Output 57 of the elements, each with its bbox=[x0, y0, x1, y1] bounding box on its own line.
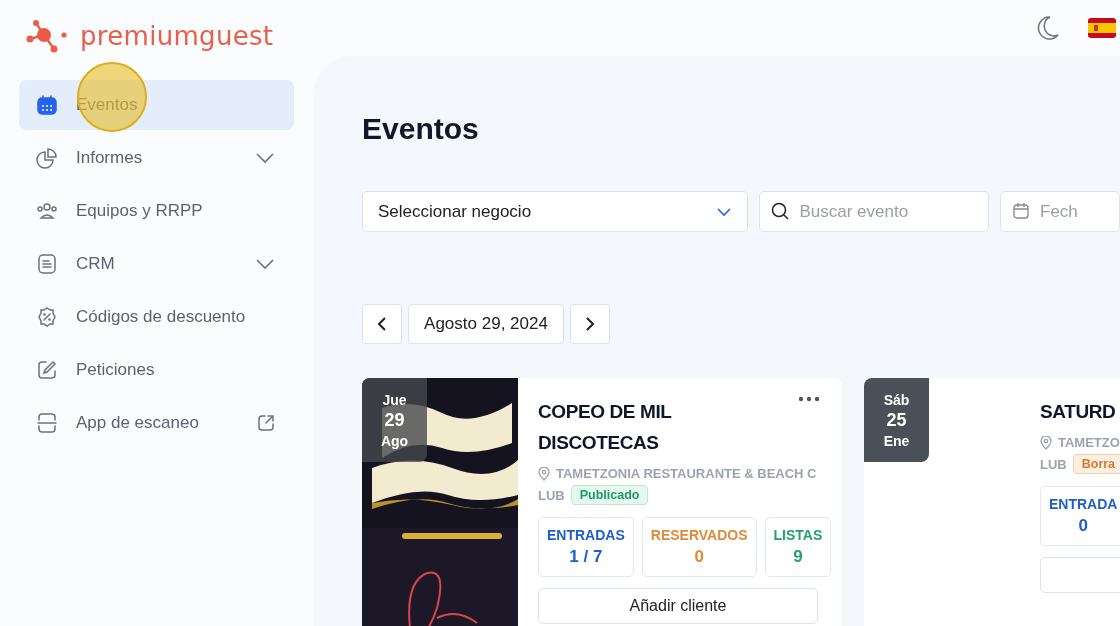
document-icon bbox=[36, 253, 58, 275]
sidebar-item[interactable]: Peticiones bbox=[19, 345, 294, 395]
spain-flag-icon[interactable] bbox=[1088, 18, 1116, 38]
stat-label: RESERVADOS bbox=[650, 527, 748, 543]
stat-label: ENTRADA bbox=[1049, 496, 1118, 512]
sidebar-item[interactable]: App de escaneo bbox=[19, 398, 294, 448]
event-card[interactable]: Sáb 25 Ene SATURD TAMETZO LUB Borra ENTRADA 0 bbox=[864, 378, 1120, 626]
logo-text: premiumguest bbox=[80, 21, 274, 51]
date-field[interactable]: Fech bbox=[1000, 191, 1120, 232]
stat-value: 1 / 7 bbox=[569, 547, 603, 567]
location-pin-icon bbox=[1040, 435, 1052, 450]
more-icon[interactable] bbox=[798, 396, 820, 402]
event-title: SATURD bbox=[1040, 400, 1116, 424]
moon-icon[interactable] bbox=[1036, 15, 1060, 41]
calendar-icon bbox=[36, 94, 58, 116]
stat-value: 9 bbox=[793, 547, 803, 567]
stat-value: 0 bbox=[694, 547, 704, 567]
weekday: Jue bbox=[382, 391, 407, 408]
business-select[interactable]: Seleccionar negocio bbox=[362, 191, 749, 232]
next-button[interactable] bbox=[570, 304, 610, 344]
add-client-button[interactable]: Añadir cliente bbox=[538, 588, 818, 624]
month: Ene bbox=[883, 432, 910, 449]
status-badge: Borra bbox=[1072, 454, 1120, 474]
sidebar-item[interactable]: CRM bbox=[19, 239, 294, 289]
chevron-down-icon bbox=[716, 206, 733, 217]
scan-icon bbox=[36, 412, 58, 434]
status-badge: Publicado bbox=[570, 485, 649, 505]
pie-icon bbox=[36, 147, 58, 169]
calendar-icon bbox=[1012, 202, 1030, 220]
day: 29 bbox=[384, 409, 405, 431]
stat-value: 0 bbox=[1078, 516, 1088, 536]
pencil-icon bbox=[36, 359, 58, 381]
event-location: TAMETZONIA RESTAURANTE & BEACH C bbox=[556, 466, 817, 481]
chevron-right-icon bbox=[585, 317, 595, 331]
event-location: LUB bbox=[1040, 456, 1067, 472]
day: 25 bbox=[886, 409, 907, 431]
sidebar-item[interactable]: Códigos de descuento bbox=[19, 292, 294, 342]
search-field[interactable]: Buscar evento bbox=[759, 191, 989, 232]
date-button[interactable]: Agosto 29, 2024 bbox=[408, 304, 564, 344]
weekday: Sáb bbox=[883, 391, 910, 408]
event-location: TAMETZO bbox=[1058, 435, 1120, 450]
event-card[interactable]: Jue 29 Ago COPEO DE MIL DISCOTECAS TAMETZONIA RESTAURANTE & BEACH C LUB Publicado ENTRADAS 1 / 7 RESERVADOS 0 LISTAS 9 Añadir cliente bbox=[362, 378, 842, 626]
month: Ago bbox=[380, 432, 409, 449]
search-icon bbox=[771, 202, 790, 220]
team-icon bbox=[36, 200, 58, 222]
logo-icon bbox=[24, 19, 70, 53]
location-pin-icon bbox=[538, 466, 550, 481]
discount-icon bbox=[36, 306, 58, 328]
stat-label: ENTRADAS bbox=[547, 527, 625, 543]
sidebar-item[interactable]: Informes bbox=[19, 133, 294, 183]
stat-label: LISTAS bbox=[773, 527, 823, 543]
event-title: COPEO DE MIL DISCOTECAS bbox=[538, 400, 673, 455]
previous-button[interactable] bbox=[362, 304, 402, 344]
page-title: Eventos bbox=[362, 112, 480, 147]
sidebar-item[interactable]: Equipos y RRPP bbox=[19, 186, 294, 236]
chevron-left-icon bbox=[377, 317, 387, 331]
event-location: LUB bbox=[538, 487, 565, 503]
